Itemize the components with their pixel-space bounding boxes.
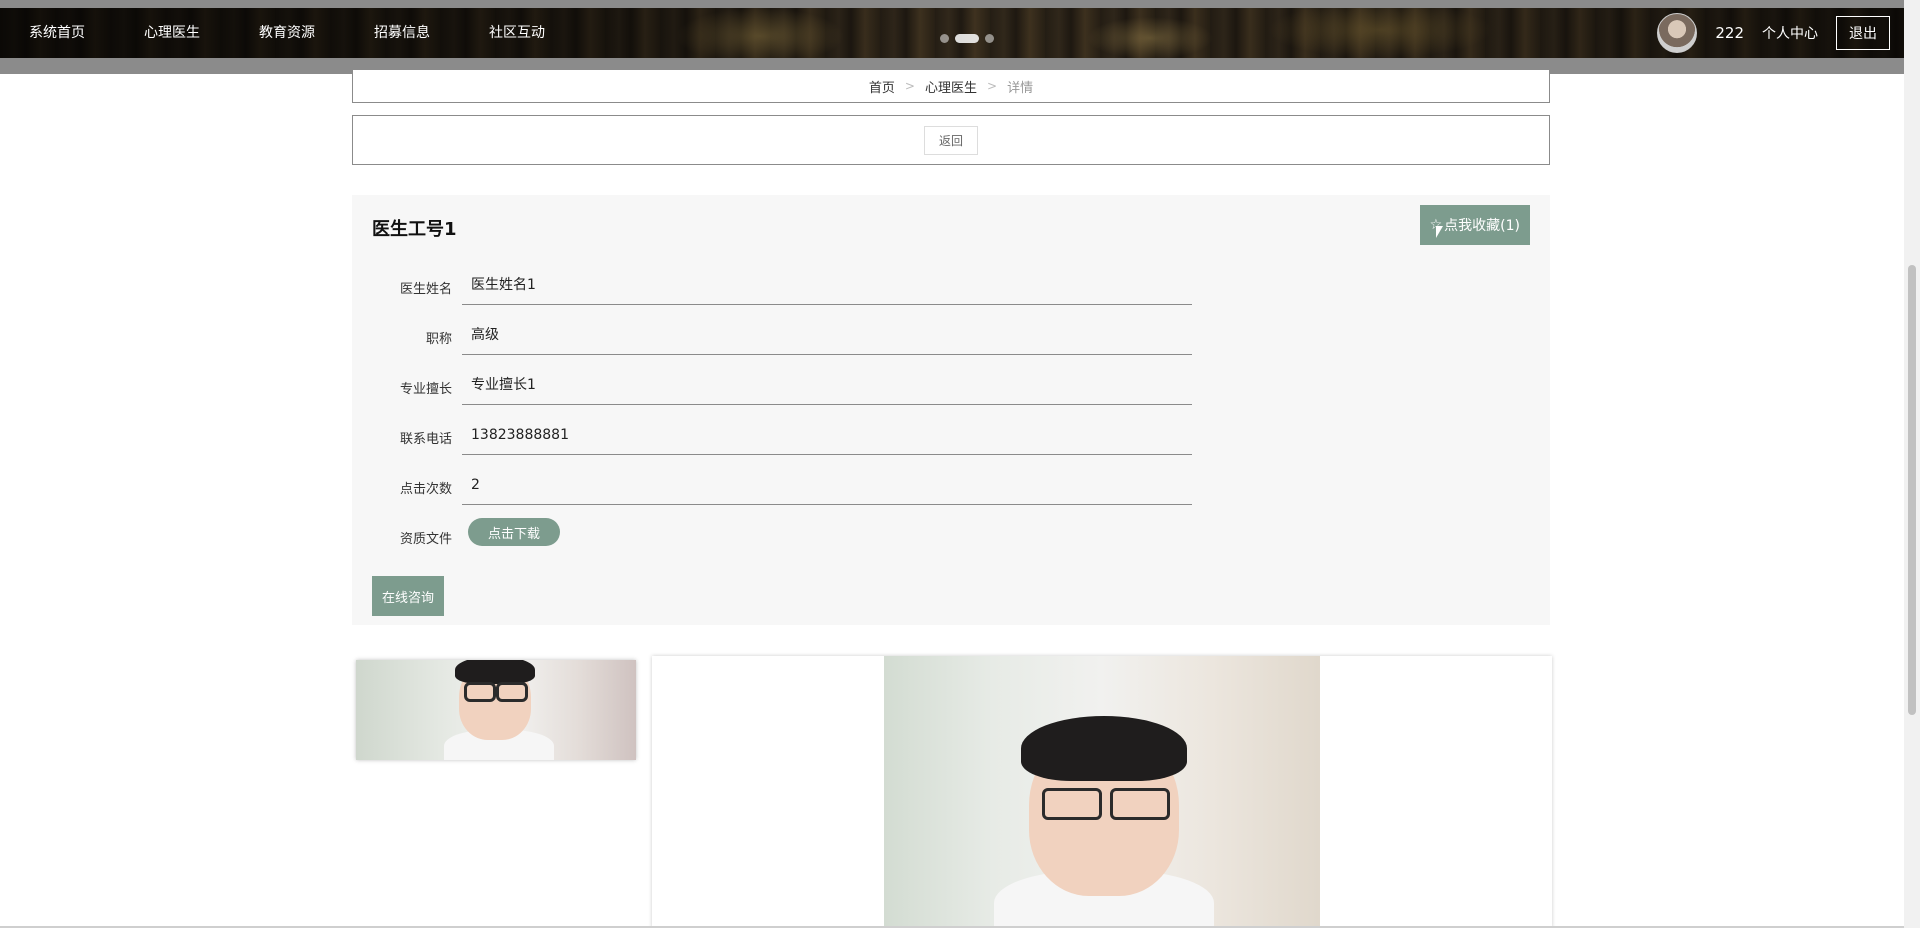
- photo-hair: [1021, 716, 1187, 781]
- username: 222: [1715, 24, 1744, 42]
- field-value: 专业擅长1: [462, 365, 1192, 405]
- back-button[interactable]: 返回: [923, 125, 978, 155]
- field-label: 联系电话: [399, 432, 452, 447]
- breadcrumb: 首页 > 心理医生 > 详情: [352, 69, 1550, 103]
- field-value: 13823888881: [462, 415, 1192, 455]
- field-value: 2: [462, 465, 1192, 505]
- photo-hair: [455, 660, 535, 684]
- nav-item-recruitment[interactable]: 招募信息: [345, 8, 460, 58]
- field-value: 高级: [462, 315, 1192, 355]
- favorite-button[interactable]: ☆ 点我收藏(1): [1419, 205, 1530, 245]
- doctor-detail-panel: 医生工号1 ☆ 点我收藏(1) 医生姓名 医生姓名1 职称 高级 专业擅长 专业…: [352, 195, 1550, 625]
- field-click-count: 点击次数 2: [352, 460, 1192, 510]
- photo-glasses: [1042, 788, 1102, 820]
- page-title: 医生工号1: [372, 219, 457, 240]
- personal-center-link[interactable]: 个人中心: [1762, 23, 1818, 43]
- breadcrumb-home[interactable]: 首页: [869, 77, 895, 96]
- breadcrumb-separator: >: [987, 79, 998, 93]
- photo-glasses: [1110, 788, 1170, 820]
- photo-glasses: [464, 682, 496, 702]
- scrollbar-thumb[interactable]: [1908, 265, 1916, 715]
- doctor-photo-frame: [652, 656, 1552, 928]
- field-qualification-file: 资质文件 点击下载: [352, 510, 1192, 560]
- breadcrumb-current: 详情: [1007, 80, 1034, 96]
- download-button[interactable]: 点击下载: [468, 518, 561, 546]
- field-doctor-name: 医生姓名 医生姓名1: [352, 260, 1192, 310]
- nav-item-doctors[interactable]: 心理医生: [115, 8, 230, 58]
- logout-button[interactable]: 退出: [1836, 16, 1890, 50]
- main-nav: 系统首页 心理医生 教育资源 招募信息 社区互动: [0, 8, 575, 58]
- carousel-dot-active[interactable]: [955, 34, 979, 43]
- field-label: 点击次数: [399, 482, 452, 497]
- carousel-dot[interactable]: [940, 34, 949, 43]
- doctor-photo: [884, 656, 1320, 928]
- page-scrollbar[interactable]: [1904, 0, 1920, 928]
- nav-item-home[interactable]: 系统首页: [0, 8, 115, 58]
- favorite-label: 点我收藏(1): [1444, 218, 1520, 234]
- breadcrumb-section[interactable]: 心理医生: [925, 77, 977, 96]
- field-label: 专业擅长: [399, 382, 452, 397]
- nav-item-education[interactable]: 教育资源: [230, 8, 345, 58]
- field-value: 医生姓名1: [462, 265, 1192, 305]
- nav-item-community[interactable]: 社区互动: [460, 8, 575, 58]
- carousel-indicators: [940, 34, 994, 43]
- field-label: 医生姓名: [399, 282, 452, 297]
- field-phone: 联系电话 13823888881: [352, 410, 1192, 460]
- mouse-cursor-icon: [1436, 226, 1443, 238]
- doctor-thumbnail[interactable]: [356, 660, 636, 760]
- avatar[interactable]: [1657, 13, 1698, 53]
- field-label: 资质文件: [399, 532, 452, 547]
- online-consult-button[interactable]: 在线咨询: [372, 576, 445, 616]
- field-label: 职称: [425, 332, 452, 347]
- back-bar: 返回: [352, 115, 1550, 165]
- field-title: 职称 高级: [352, 310, 1192, 360]
- photo-glasses: [496, 682, 528, 702]
- carousel-dot[interactable]: [985, 34, 994, 43]
- field-specialty: 专业擅长 专业擅长1: [352, 360, 1192, 410]
- breadcrumb-separator: >: [904, 79, 915, 93]
- user-area: 222 个人中心 退出: [1657, 8, 1890, 58]
